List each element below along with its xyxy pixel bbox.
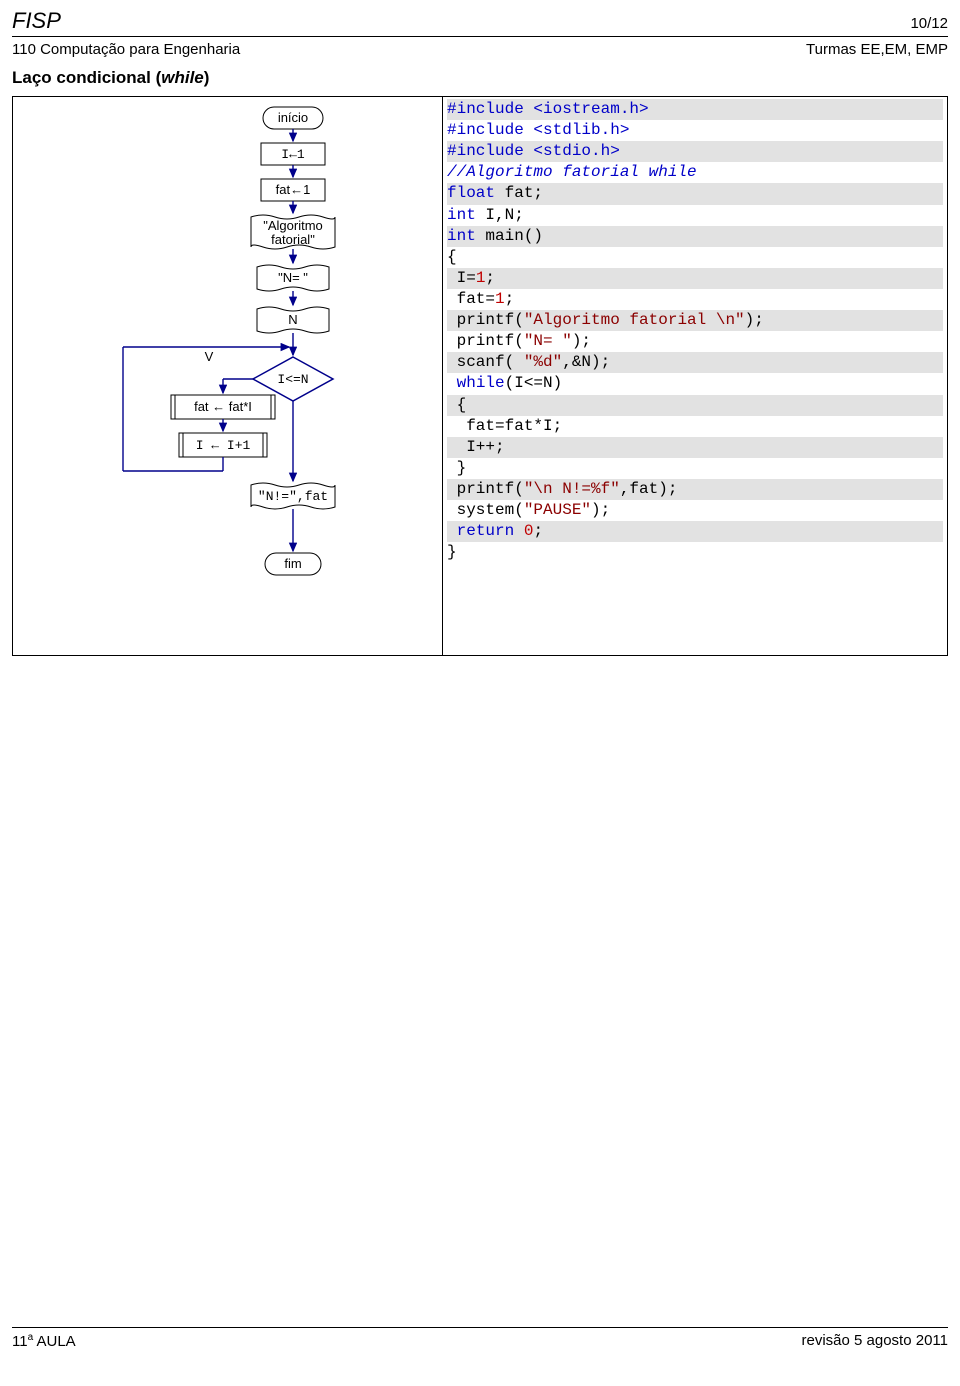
svg-text:fat ← fat*I: fat ← fat*I	[194, 399, 252, 414]
code-line: {	[447, 247, 943, 268]
code-cell: #include <iostream.h>#include <stdlib.h>…	[443, 97, 947, 655]
code-line: float fat;	[447, 183, 943, 204]
code-line: printf("N= ");	[447, 331, 943, 352]
page-number: 10/12	[910, 15, 948, 32]
code-line: #include <stdlib.h>	[447, 120, 943, 141]
code-line: printf("\n N!=%f",fat);	[447, 479, 943, 500]
code-line: system("PAUSE");	[447, 500, 943, 521]
code-line: while(I<=N)	[447, 373, 943, 394]
svg-text:"N!=",fat: "N!=",fat	[258, 489, 328, 504]
svg-text:N: N	[288, 312, 297, 327]
code-line: return 0;	[447, 521, 943, 542]
svg-text:I←1: I←1	[281, 147, 305, 162]
svg-text:início: início	[278, 110, 308, 125]
svg-text:"N= ": "N= "	[278, 270, 308, 285]
svg-text:fatorial": fatorial"	[271, 232, 315, 247]
code-line: fat=fat*I;	[447, 416, 943, 437]
svg-text:fim: fim	[284, 556, 301, 571]
class-groups: Turmas EE,EM, EMP	[806, 41, 948, 58]
code-line: }	[447, 458, 943, 479]
flowchart-svg: início I←1 fat←1 "Algoritmo fatorial" "N…	[13, 97, 443, 657]
page-footer: 11a AULA revisão 5 agosto 2011	[12, 1327, 948, 1350]
doc-title: FISP	[12, 8, 61, 34]
code-line: fat=1;	[447, 289, 943, 310]
code-line: #include <iostream.h>	[447, 99, 943, 120]
svg-text:I ← I+1: I ← I+1	[196, 438, 251, 453]
code-line: scanf( "%d",&N);	[447, 352, 943, 373]
flowchart-cell: início I←1 fat←1 "Algoritmo fatorial" "N…	[13, 97, 443, 655]
code-line: int I,N;	[447, 205, 943, 226]
code-line: I=1;	[447, 268, 943, 289]
footer-left: 11a AULA	[12, 1332, 76, 1350]
course-code: 110 Computação para Engenharia	[12, 41, 240, 58]
svg-text:"Algoritmo: "Algoritmo	[263, 218, 323, 233]
code-line: int main()	[447, 226, 943, 247]
svg-text:V: V	[205, 349, 214, 364]
header-rule	[12, 36, 948, 37]
content-table: início I←1 fat←1 "Algoritmo fatorial" "N…	[12, 96, 948, 656]
section-heading: Laço condicional (while)	[12, 68, 948, 88]
footer-rule	[12, 1327, 948, 1328]
code-line: printf("Algoritmo fatorial \n");	[447, 310, 943, 331]
code-line: //Algoritmo fatorial while	[447, 162, 943, 183]
footer-right: revisão 5 agosto 2011	[802, 1332, 949, 1350]
svg-text:fat←1: fat←1	[276, 182, 311, 197]
code-line: }	[447, 542, 943, 563]
code-line: I++;	[447, 437, 943, 458]
code-line: #include <stdio.h>	[447, 141, 943, 162]
svg-text:I<=N: I<=N	[277, 372, 308, 387]
code-line: {	[447, 395, 943, 416]
